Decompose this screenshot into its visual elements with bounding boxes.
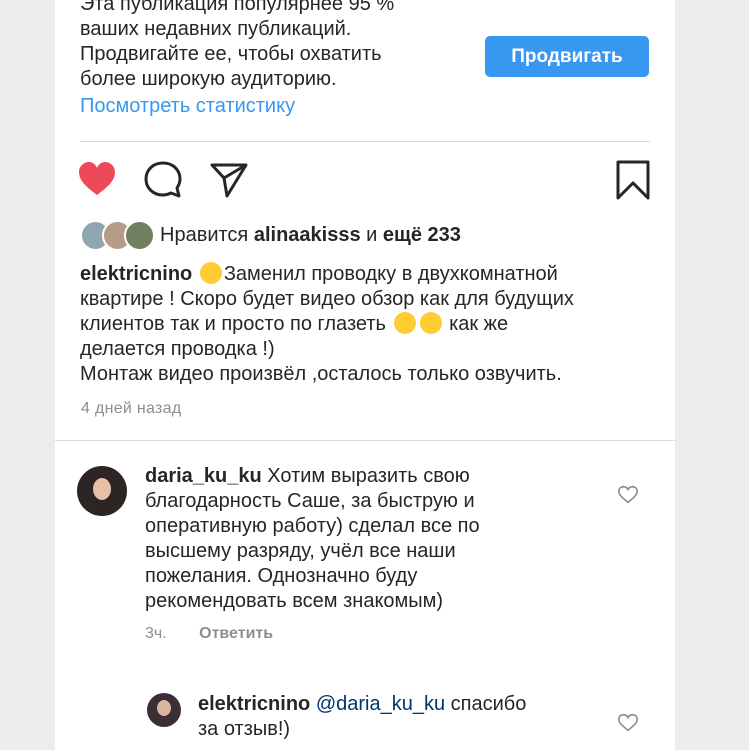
mention-link[interactable]: @daria_ku_ku — [316, 693, 445, 715]
divider — [55, 440, 675, 441]
emoji-icon — [419, 312, 442, 334]
likes-summary: Нравится alinaakisss и ещё 233 — [160, 224, 461, 247]
caption-line: квартире ! Скоро будет видео обзор как д… — [80, 288, 574, 310]
post-timestamp: 4 дней назад — [81, 400, 182, 417]
caption-line: как же — [449, 313, 509, 335]
caption-line: клиентов так и просто по глазеть — [80, 313, 386, 335]
comment-meta: 3ч. Ответить — [145, 625, 273, 643]
post-caption: elektricnino Заменил проводку в двухкомн… — [80, 262, 650, 387]
promo-line: Продвигайте ее, чтобы охватить — [80, 43, 382, 65]
paper-plane-icon[interactable] — [207, 158, 251, 202]
heart-filled-icon[interactable] — [75, 158, 119, 202]
caption-line: делается проводка !) — [80, 338, 275, 360]
emoji-icon — [199, 262, 222, 284]
promo-line: Эта публикация популярнее 95 % — [80, 0, 395, 15]
comment-line: оперативную работу) сделал все по — [145, 515, 480, 537]
likes-connector: и — [366, 223, 378, 246]
comment-body: daria_ku_ku Хотим выразить свою благодар… — [145, 464, 575, 614]
comment-line: спасибо — [450, 693, 527, 715]
promo-line: более широкую аудиторию. — [80, 68, 337, 90]
post-author[interactable]: elektricnino — [80, 263, 192, 285]
emoji-icon — [393, 312, 416, 334]
liker-username[interactable]: alinaakisss — [254, 224, 361, 246]
divider — [80, 141, 650, 142]
comment-line: Хотим выразить свою — [267, 465, 470, 487]
reply-body: elektricnino @daria_ku_ku спасибо за отз… — [198, 692, 578, 742]
view-insights-link[interactable]: Посмотреть статистику — [80, 95, 295, 118]
avatar[interactable] — [77, 466, 127, 516]
bookmark-icon[interactable] — [611, 158, 655, 202]
likes-row[interactable]: Нравится alinaakisss и ещё 233 — [80, 218, 461, 252]
avatar — [124, 220, 155, 251]
likes-prefix: Нравится — [160, 223, 249, 246]
post-card: Эта публикация популярнее 95 % ваших нед… — [55, 0, 675, 750]
reply-button[interactable]: Ответить — [199, 625, 273, 642]
comment-line: пожелания. Однозначно буду — [145, 565, 418, 587]
heart-outline-icon[interactable] — [617, 484, 639, 506]
comment-author[interactable]: daria_ku_ku — [145, 465, 262, 487]
promo-line: ваших недавних публикаций. — [80, 18, 352, 40]
heart-outline-icon[interactable] — [617, 712, 639, 734]
caption-line: Монтаж видео произвёл ,осталось только о… — [80, 363, 562, 385]
promo-text: Эта публикация популярнее 95 % ваших нед… — [80, 0, 460, 92]
comment-line: благодарность Саше, за быструю и — [145, 490, 475, 512]
liker-avatars — [80, 220, 158, 251]
comment-icon[interactable] — [141, 158, 185, 202]
promote-button[interactable]: Продвигать — [485, 36, 649, 77]
caption-line: Заменил проводку в двухкомнатной — [223, 263, 558, 285]
comment-line: высшему разряду, учёл все наши — [145, 540, 456, 562]
comment-line: за отзыв!) — [198, 718, 291, 740]
comment-timestamp: 3ч. — [145, 625, 167, 642]
action-bar — [75, 158, 655, 202]
comment-author[interactable]: elektricnino — [198, 693, 310, 715]
comment-line: рекомендовать всем знакомым) — [145, 590, 444, 612]
likes-count[interactable]: ещё 233 — [383, 224, 461, 246]
avatar[interactable] — [147, 693, 181, 727]
